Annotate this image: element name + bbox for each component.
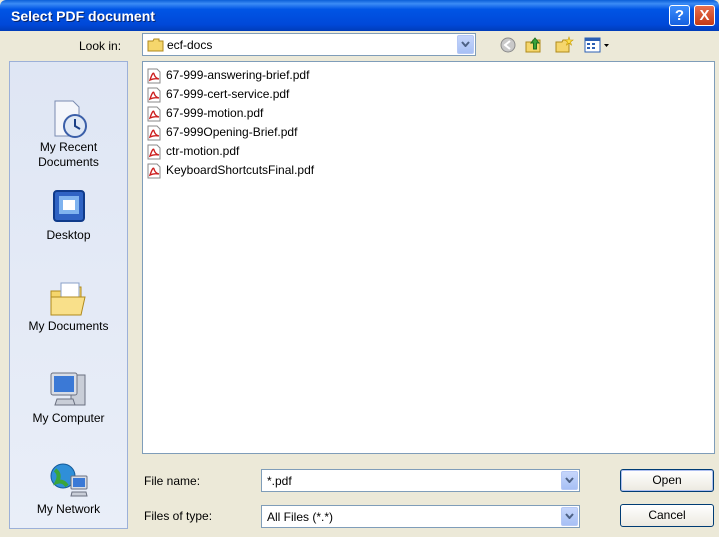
file-name: 67-999-answering-brief.pdf [166,68,310,82]
place-label: My Recent [39,140,98,154]
file-name: 67-999Opening-Brief.pdf [166,125,298,139]
file-name: KeyboardShortcutsFinal.pdf [166,163,315,177]
place-label: My Documents [28,319,109,333]
place-label: Desktop [46,228,91,242]
place-my-recent-documents[interactable]: My Recent Documents [10,98,127,170]
window-title: Select PDF document [11,8,155,24]
file-name-value: *.pdf [267,474,292,488]
file-type-label: Files of type: [144,509,213,523]
help-button[interactable]: ? [669,5,690,26]
pdf-file-icon [147,68,161,84]
back-icon[interactable] [498,36,518,54]
look-in-value: ecf-docs [167,38,213,52]
places-bar: My Recent Documents Desktop My Documents… [9,61,128,529]
close-button[interactable]: X [694,5,715,26]
pdf-file-icon [147,163,161,179]
file-type-dropdown[interactable]: All Files (*.*) [261,505,580,528]
recent-documents-icon [54,100,87,138]
pdf-file-icon [147,125,161,141]
desktop-icon [52,190,85,222]
place-my-documents[interactable]: My Documents [10,279,127,334]
file-name-field[interactable]: *.pdf [261,469,580,492]
folder-icon [147,38,164,52]
view-menu-icon[interactable] [583,36,613,54]
place-desktop[interactable]: Desktop [10,188,127,243]
my-computer-icon [50,372,85,406]
file-name: ctr-motion.pdf [166,144,240,158]
file-name: 67-999-motion.pdf [166,106,264,120]
file-list[interactable]: 67-999-answering-brief.pdf 67-999-cert-s… [142,61,715,454]
place-my-computer[interactable]: My Computer [10,369,127,426]
pdf-file-icon [147,106,161,122]
place-label: My Computer [32,411,105,425]
my-documents-icon [50,282,86,316]
cancel-button[interactable]: Cancel [620,504,714,527]
pdf-file-icon [147,144,161,160]
chevron-down-icon[interactable] [457,35,474,54]
place-label: My Network [36,502,101,516]
file-name-label: File name: [144,474,201,488]
file-name: 67-999-cert-service.pdf [166,87,290,101]
place-label: Documents [38,155,99,169]
chevron-down-icon[interactable] [561,507,578,526]
look-in-dropdown[interactable]: ecf-docs [142,33,476,56]
place-my-network[interactable]: My Network [10,460,127,517]
open-button[interactable]: Open [620,469,714,492]
my-network-icon [50,463,88,497]
up-folder-icon[interactable] [524,36,544,54]
new-folder-icon[interactable] [554,36,574,54]
pdf-file-icon [147,87,161,103]
chevron-down-icon[interactable] [561,471,578,490]
title-bar: Select PDF document ? X [0,0,719,31]
look-in-label: Look in: [79,39,122,53]
file-type-value: All Files (*.*) [267,510,334,524]
